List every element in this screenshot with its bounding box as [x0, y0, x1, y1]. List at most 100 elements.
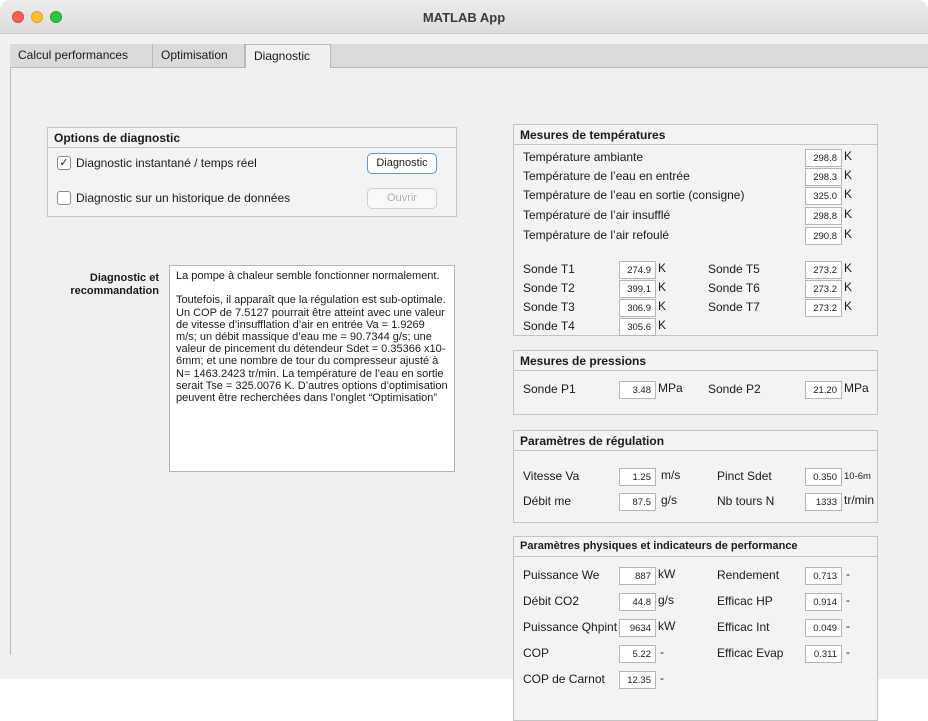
- pressures-panel-title: Mesures de pressions: [514, 351, 877, 371]
- physical-panel-title: Paramètres physiques et indicateurs de p…: [514, 537, 877, 557]
- regulation-unit-sdet: 10-6m: [844, 471, 871, 482]
- physical-value-cop[interactable]: 5.22: [619, 645, 656, 663]
- options-panel-title: Options de diagnostic: [48, 128, 456, 148]
- temp-row-label: Température de l’eau en sortie (consigne…: [523, 188, 745, 202]
- temp-row-value[interactable]: 325.0: [805, 187, 842, 205]
- temp-row-label: Température ambiante: [523, 150, 644, 164]
- app-body: Calcul performances Optimisation Diagnos…: [0, 34, 928, 721]
- probe-label-t3: Sonde T3: [523, 300, 575, 314]
- probe-value-t7[interactable]: 273.2: [805, 299, 842, 317]
- physical-unit-efficac-hp: -: [846, 593, 850, 607]
- probe-unit-t4: K: [658, 318, 667, 332]
- physical-panel: Paramètres physiques et indicateurs de p…: [513, 536, 878, 721]
- regulation-value-n[interactable]: 1333: [805, 493, 842, 511]
- temp-row-unit: K: [844, 168, 853, 182]
- pressure-value-p2[interactable]: 21.20: [805, 381, 842, 399]
- probe-unit-t6: K: [844, 280, 853, 294]
- physical-value-rendement[interactable]: 0.713: [805, 567, 842, 585]
- tab-diagnostic[interactable]: Diagnostic: [245, 44, 331, 69]
- probe-value-t4[interactable]: 305.6: [619, 318, 656, 336]
- realtime-checkbox[interactable]: ✓: [57, 156, 71, 170]
- temp-row-value[interactable]: 290.8: [805, 227, 842, 245]
- pressure-unit-p2: MPa: [844, 381, 869, 395]
- physical-unit-co2: g/s: [658, 593, 675, 607]
- physical-value-co2[interactable]: 44.8: [619, 593, 656, 611]
- physical-value-we[interactable]: 887: [619, 567, 656, 585]
- temp-row-unit: K: [844, 207, 853, 221]
- temp-row-value[interactable]: 298.8: [805, 149, 842, 167]
- temp-row-unit: K: [844, 227, 853, 241]
- temp-row-value[interactable]: 298.8: [805, 207, 842, 225]
- regulation-label-n: Nb tours N: [717, 494, 775, 508]
- physical-label-qhpint: Puissance Qhpint: [523, 620, 618, 634]
- window-title: MATLAB App: [422, 10, 506, 25]
- physical-label-efficac-int: Efficac Int: [717, 620, 770, 634]
- regulation-panel: Paramètres de régulation Vitesse Va 1.25…: [513, 430, 878, 523]
- probe-unit-t3: K: [658, 299, 667, 313]
- diagnostic-button[interactable]: Diagnostic: [367, 153, 437, 174]
- temp-row-unit: K: [844, 149, 853, 163]
- regulation-unit-me: g/s: [661, 493, 678, 507]
- physical-label-efficac-hp: Efficac HP: [717, 594, 773, 608]
- tab-calcul-performances[interactable]: Calcul performances: [10, 44, 153, 68]
- physical-unit-cop-carnot: -: [660, 671, 664, 685]
- probe-label-t2: Sonde T2: [523, 281, 575, 295]
- regulation-unit-n: tr/min: [844, 493, 874, 507]
- physical-value-cop-carnot[interactable]: 12.35: [619, 671, 656, 689]
- temp-row-label: Température de l’air insufflé: [523, 208, 671, 222]
- probe-value-t5[interactable]: 273.2: [805, 261, 842, 279]
- probe-label-t7: Sonde T7: [708, 300, 760, 314]
- physical-label-efficac-evap: Efficac Evap: [717, 646, 784, 660]
- regulation-unit-va: m/s: [661, 468, 681, 482]
- regulation-value-va[interactable]: 1.25: [619, 468, 656, 486]
- physical-label-cop: COP: [523, 646, 550, 660]
- probe-value-t3[interactable]: 306.9: [619, 299, 656, 317]
- regulation-label-sdet: Pinct Sdet: [717, 469, 772, 483]
- probe-unit-t1: K: [658, 261, 667, 275]
- regulation-value-me[interactable]: 87.5: [619, 493, 656, 511]
- temperatures-panel-title: Mesures de températures: [514, 125, 877, 145]
- physical-unit-cop: -: [660, 645, 664, 659]
- history-checkbox[interactable]: [57, 191, 71, 205]
- probe-label-t5: Sonde T5: [708, 262, 760, 276]
- regulation-label-va: Vitesse Va: [523, 469, 580, 483]
- physical-value-efficac-hp[interactable]: 0.914: [805, 593, 842, 611]
- physical-label-cop-carnot: COP de Carnot: [523, 672, 605, 686]
- tab-optimisation[interactable]: Optimisation: [153, 44, 245, 68]
- probe-value-t6[interactable]: 273.2: [805, 280, 842, 298]
- tab-content-diagnostic: Options de diagnostic ✓ Diagnostic insta…: [10, 68, 928, 721]
- pressure-label-p1: Sonde P1: [523, 382, 576, 396]
- pressure-unit-p1: MPa: [658, 381, 683, 395]
- physical-unit-we: kW: [658, 567, 676, 581]
- temp-row-label: Température de l’eau en entrée: [523, 169, 690, 183]
- pressure-value-p1[interactable]: 3.48: [619, 381, 656, 399]
- physical-value-efficac-int[interactable]: 0.049: [805, 619, 842, 637]
- temperatures-panel: Mesures de températures Température ambi…: [513, 124, 878, 336]
- temp-row-unit: K: [844, 187, 853, 201]
- physical-unit-efficac-evap: -: [846, 645, 850, 659]
- probe-unit-t5: K: [844, 261, 853, 275]
- probe-value-t1[interactable]: 274.9: [619, 261, 656, 279]
- history-label: Diagnostic sur un historique de données: [76, 191, 291, 205]
- tab-bar: Calcul performances Optimisation Diagnos…: [10, 44, 928, 69]
- temp-row-value[interactable]: 298.3: [805, 168, 842, 186]
- open-button[interactable]: Ouvrir: [367, 188, 437, 209]
- physical-unit-rendement: -: [846, 567, 850, 581]
- recommendation-textarea[interactable]: La pompe à chaleur semble fonctionner no…: [169, 265, 455, 472]
- physical-unit-efficac-int: -: [846, 619, 850, 633]
- probe-value-t2[interactable]: 399.1: [619, 280, 656, 298]
- physical-label-co2: Débit CO2: [523, 594, 580, 608]
- probe-unit-t2: K: [658, 280, 667, 294]
- regulation-panel-title: Paramètres de régulation: [514, 431, 877, 451]
- probe-label-t1: Sonde T1: [523, 262, 575, 276]
- probe-unit-t7: K: [844, 299, 853, 313]
- physical-value-efficac-evap[interactable]: 0.311: [805, 645, 842, 663]
- physical-value-qhpint[interactable]: 9634: [619, 619, 656, 637]
- pressure-label-p2: Sonde P2: [708, 382, 761, 396]
- realtime-label: Diagnostic instantané / temps réel: [76, 156, 257, 170]
- regulation-value-sdet[interactable]: 0.350: [805, 468, 842, 486]
- recommendation-label-line2: recommandation: [70, 285, 159, 297]
- physical-label-rendement: Rendement: [717, 568, 780, 582]
- temp-row-label: Température de l’air refoulé: [523, 228, 670, 242]
- recommendation-label-line1: Diagnostic et: [89, 272, 159, 284]
